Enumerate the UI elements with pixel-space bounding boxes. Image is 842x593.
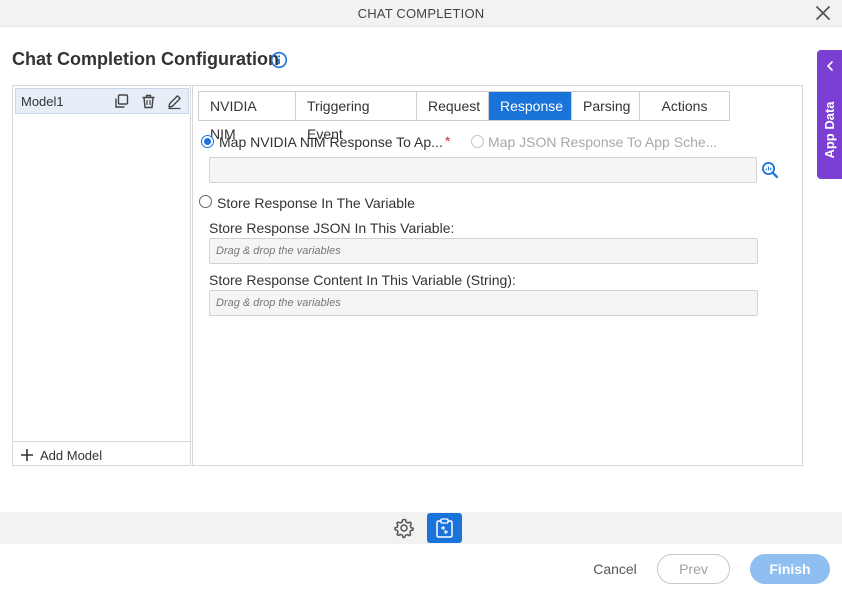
store-variable-radio[interactable] <box>199 195 212 208</box>
content-variable-label: Store Response Content In This Variable … <box>209 272 516 288</box>
store-variable-label: Store Response In The Variable <box>217 195 415 211</box>
chevron-left-icon <box>826 61 833 71</box>
map-json-label: Map JSON Response To App Sche... <box>488 134 718 150</box>
json-variable-placeholder: Drag & drop the variables <box>216 245 341 257</box>
plus-icon <box>21 449 33 461</box>
page-title: Chat Completion Configuration <box>12 49 279 69</box>
info-icon[interactable] <box>270 51 288 69</box>
map-nim-label: Map NVIDIA NIM Response To Ap... <box>219 134 443 150</box>
model-name: Model1 <box>21 94 64 109</box>
gear-icon[interactable] <box>393 517 415 539</box>
tab-request[interactable]: Request <box>417 92 489 120</box>
app-data-label: App Data <box>822 101 837 159</box>
add-model-label: Add Model <box>40 448 103 463</box>
map-nim-radio[interactable] <box>201 135 214 148</box>
clipboard-map-icon <box>436 518 453 538</box>
app-schema-input[interactable] <box>209 157 757 183</box>
app-data-tab[interactable]: App Data <box>817 50 842 179</box>
model-list-panel: Model1 Add Model <box>12 85 191 466</box>
title-bar: CHAT COMPLETION <box>0 0 842 27</box>
window-title: CHAT COMPLETION <box>357 6 485 21</box>
edit-icon[interactable] <box>166 93 183 110</box>
duplicate-icon[interactable] <box>113 93 130 110</box>
tab-triggering-event[interactable]: Triggering Event <box>296 92 417 142</box>
content-variable-placeholder: Drag & drop the variables <box>216 297 341 309</box>
add-model-button[interactable]: Add Model <box>13 441 190 466</box>
search-schema-icon[interactable] <box>761 161 779 179</box>
json-variable-dropzone[interactable]: Drag & drop the variables <box>209 238 758 264</box>
tab-nvidia-nim[interactable]: NVIDIA NIM <box>199 92 296 142</box>
map-json-radio[interactable] <box>471 135 484 148</box>
mapping-button[interactable] <box>427 513 462 543</box>
content-variable-dropzone[interactable]: Drag & drop the variables <box>209 290 758 316</box>
finish-button[interactable]: Finish <box>750 554 830 584</box>
tab-parsing[interactable]: Parsing <box>572 92 640 120</box>
cancel-button[interactable]: Cancel <box>585 554 645 584</box>
json-variable-label: Store Response JSON In This Variable: <box>209 220 455 236</box>
tab-response[interactable]: Response <box>489 92 572 120</box>
bottom-toolbar <box>0 512 842 544</box>
config-panel: NVIDIA NIM Triggering Event Request Resp… <box>192 85 803 466</box>
tab-actions[interactable]: Actions <box>640 92 729 120</box>
close-icon[interactable] <box>814 4 832 22</box>
tab-bar: NVIDIA NIM Triggering Event Request Resp… <box>198 91 730 142</box>
model-item[interactable]: Model1 <box>15 88 189 114</box>
required-asterisk: * <box>445 133 451 149</box>
delete-icon[interactable] <box>140 93 157 110</box>
prev-button[interactable]: Prev <box>657 554 730 584</box>
